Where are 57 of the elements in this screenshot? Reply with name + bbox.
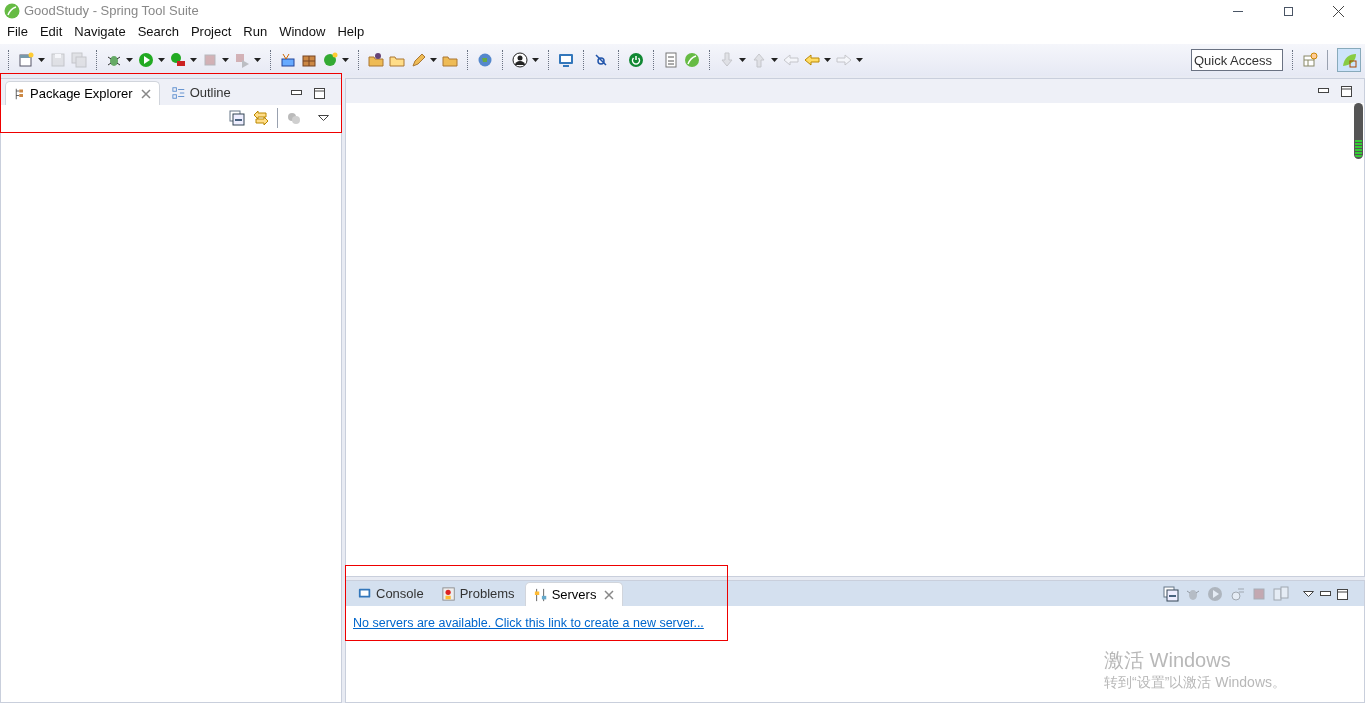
minimize-icon[interactable] (1320, 591, 1331, 597)
maximize-icon[interactable] (1341, 85, 1352, 97)
caret-icon[interactable] (739, 58, 746, 62)
minimize-icon[interactable] (291, 90, 302, 96)
leaf-icon[interactable] (684, 52, 700, 68)
menu-item[interactable]: Window (273, 22, 332, 42)
tab[interactable]: Package Explorer (5, 81, 160, 105)
close-icon[interactable] (140, 88, 151, 99)
menu-item[interactable]: File (1, 22, 34, 42)
caret-icon[interactable] (532, 58, 539, 62)
close-icon (1332, 5, 1344, 17)
minimize-icon[interactable] (1318, 88, 1329, 94)
caret-icon[interactable] (126, 58, 133, 62)
caret-icon[interactable] (158, 58, 165, 62)
leaf-logo-icon (4, 3, 20, 19)
new-server-link[interactable]: No servers are available. Click this link to create a new server... (353, 616, 704, 630)
link-arrows-icon[interactable] (253, 110, 269, 126)
activation-title: 激活 Windows (1104, 648, 1232, 672)
tab[interactable]: Problems (433, 582, 523, 606)
power-icon[interactable] (628, 52, 644, 68)
caret-icon[interactable] (771, 58, 778, 62)
caret-icon[interactable] (190, 58, 197, 62)
view-menu-icon[interactable] (1303, 591, 1314, 597)
maximize-icon[interactable] (1337, 588, 1348, 600)
caret-icon[interactable] (856, 58, 863, 62)
window-title: GoodStudy - Spring Tool Suite (24, 2, 199, 21)
folder-icon[interactable] (368, 52, 384, 68)
menu-item[interactable]: Run (237, 22, 274, 42)
globe-icon[interactable] (477, 52, 493, 68)
caret-icon[interactable] (222, 58, 229, 62)
heap-status-meter (1354, 103, 1363, 159)
package-icon[interactable] (301, 52, 317, 68)
caret-icon[interactable] (430, 58, 437, 62)
caret-icon[interactable] (254, 58, 261, 62)
caret-icon[interactable] (342, 58, 349, 62)
collapse-all-icon[interactable] (1163, 586, 1179, 602)
menu-item[interactable]: Help (331, 22, 371, 42)
maximize-icon[interactable] (314, 87, 325, 99)
tab[interactable]: Outline (163, 81, 239, 105)
activation-message: 转到“设置”以激活 Windows。 (1104, 673, 1286, 692)
leaf-icon (1341, 52, 1357, 68)
tab[interactable]: Console (350, 582, 432, 606)
menu-item[interactable]: Navigate (68, 22, 132, 42)
quick-access-field[interactable]: Quick Access (1191, 49, 1283, 71)
menu-item[interactable]: Edit (33, 22, 69, 42)
view-menu-icon[interactable] (318, 115, 329, 121)
spring-perspective-button[interactable] (1337, 48, 1361, 72)
caret-icon[interactable] (38, 58, 45, 62)
outline-icon[interactable] (171, 85, 186, 101)
close-icon[interactable] (604, 589, 615, 600)
tab[interactable]: Servers (524, 582, 624, 606)
user-icon[interactable] (512, 52, 528, 68)
collapse-all-icon[interactable] (229, 110, 245, 126)
menu-item[interactable]: Project (184, 22, 238, 42)
menu-item[interactable]: Search (131, 22, 185, 42)
monitor-icon[interactable] (558, 52, 574, 68)
caret-icon[interactable] (824, 58, 831, 62)
